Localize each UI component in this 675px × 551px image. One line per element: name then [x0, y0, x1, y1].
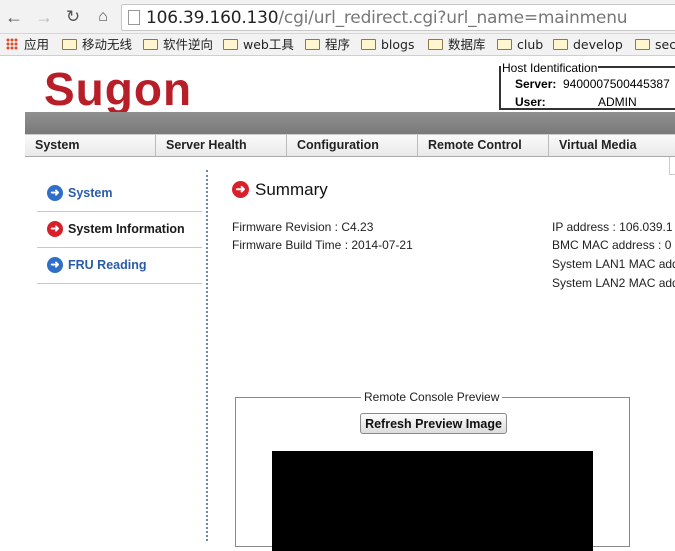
bookmark-folder[interactable]: web工具: [223, 36, 294, 54]
bookmark-label: develop: [573, 37, 623, 52]
user-value: ADMIN: [598, 95, 637, 109]
console-preview-screen[interactable]: [272, 451, 593, 551]
host-identification-legend: Host Identification: [501, 61, 599, 75]
remote-console-preview: Remote Console Preview Refresh Preview I…: [235, 390, 630, 551]
bookmark-label: 移动无线: [82, 37, 133, 52]
lan1-mac-label: System LAN1 MAC add: [552, 257, 675, 271]
apps-grid-icon: [6, 38, 18, 50]
page-title: Summary: [255, 180, 328, 199]
menu-dropdown-edge: [669, 157, 675, 175]
sidebar: ➜ System ➜ System Information ➜ FRU Read…: [37, 176, 202, 284]
folder-icon: [428, 39, 443, 50]
bookmark-label: web工具: [243, 37, 294, 52]
menu-server-health[interactable]: Server Health: [156, 135, 287, 157]
bookmark-label: 软件逆向: [163, 37, 214, 52]
bookmark-label: 数据库: [448, 37, 486, 52]
lan1-mac-address: System LAN1 MAC add: [552, 257, 675, 271]
page-icon: [128, 10, 140, 25]
bookmark-folder[interactable]: blogs: [361, 36, 415, 54]
bookmark-label: 应用: [24, 37, 50, 52]
home-icon[interactable]: ⌂: [92, 6, 114, 28]
firmware-revision-value: C4.23: [341, 220, 374, 234]
bookmark-label: sec: [655, 37, 675, 52]
server-value: 9400007500445387: [563, 77, 670, 91]
sidebar-item-system[interactable]: ➜ System: [37, 176, 202, 212]
bmc-mac-label: BMC MAC address :: [552, 238, 662, 252]
bookmark-label: blogs: [381, 37, 415, 52]
user-label: User:: [515, 95, 546, 109]
firmware-build-time: Firmware Build Time : 2014-07-21: [232, 238, 413, 252]
folder-icon: [62, 39, 77, 50]
header-band: [25, 112, 675, 134]
refresh-preview-button[interactable]: Refresh Preview Image: [360, 413, 507, 434]
ip-address: IP address : 106.039.1: [552, 220, 673, 234]
host-identification: Host Identification Server: 9400007500445…: [499, 61, 675, 110]
lan2-mac-address: System LAN2 MAC add: [552, 276, 675, 290]
folder-icon: [305, 39, 320, 50]
folder-icon: [223, 39, 238, 50]
folder-icon: [143, 39, 158, 50]
console-legend: Remote Console Preview: [361, 390, 503, 404]
address-bar[interactable]: 106.39.160.130/cgi/url_redirect.cgi?url_…: [121, 4, 675, 31]
sidebar-item-label: System Information: [68, 222, 185, 236]
user-row: User: ADMIN: [515, 95, 637, 109]
bookmarks-bar: 应用 移动无线 软件逆向 web工具 程序 blogs 数据库 club dev…: [0, 34, 675, 56]
lan2-mac-label: System LAN2 MAC add: [552, 276, 675, 290]
red-arrow-icon: ➜: [232, 181, 249, 198]
bookmark-folder[interactable]: 移动无线: [62, 36, 132, 54]
folder-icon: [553, 39, 568, 50]
menu-remote-control[interactable]: Remote Control: [418, 135, 549, 157]
menu-configuration[interactable]: Configuration: [287, 135, 418, 157]
bmc-mac-value: 0: [664, 238, 672, 252]
sidebar-item-system-information[interactable]: ➜ System Information: [37, 212, 202, 248]
server-row: Server: 9400007500445387: [515, 77, 670, 91]
address-url[interactable]: 106.39.160.130/cgi/url_redirect.cgi?url_…: [146, 8, 628, 28]
firmware-revision-label: Firmware Revision :: [232, 220, 339, 234]
sidebar-item-label: FRU Reading: [68, 258, 147, 272]
blue-arrow-icon: ➜: [47, 185, 63, 201]
bookmark-folder[interactable]: 数据库: [428, 36, 486, 54]
folder-icon: [635, 39, 650, 50]
server-label: Server:: [515, 77, 557, 91]
bookmark-folder[interactable]: sec: [635, 36, 675, 54]
ip-label: IP address :: [552, 220, 616, 234]
folder-icon: [497, 39, 512, 50]
firmware-build-label: Firmware Build Time :: [232, 238, 349, 252]
firmware-revision: Firmware Revision : C4.23: [232, 220, 373, 234]
bmc-mac-address: BMC MAC address : 0: [552, 238, 671, 252]
browser-toolbar: ← → ↻ ⌂ 106.39.160.130/cgi/url_redirect.…: [0, 0, 675, 34]
back-icon[interactable]: ←: [3, 6, 25, 28]
reload-icon[interactable]: ↻: [62, 6, 84, 28]
sugon-logo: Sugon: [44, 63, 193, 115]
bookmark-label: 程序: [325, 37, 351, 52]
blue-arrow-icon: ➜: [47, 257, 63, 273]
ip-value: 106.039.1: [619, 220, 673, 234]
bookmark-folder[interactable]: develop: [553, 36, 623, 54]
main-menu: System Server Health Configuration Remot…: [25, 134, 675, 157]
content-divider: [206, 170, 208, 541]
firmware-build-value: 2014-07-21: [351, 238, 413, 252]
url-host: 106.39.160.130: [146, 8, 279, 28]
sidebar-item-label: System: [68, 186, 113, 200]
sidebar-item-fru-reading[interactable]: ➜ FRU Reading: [37, 248, 202, 284]
bookmark-label: club: [517, 37, 544, 52]
menu-system[interactable]: System: [25, 135, 156, 157]
folder-icon: [361, 39, 376, 50]
bookmark-folder[interactable]: 程序: [305, 36, 350, 54]
menu-virtual-media[interactable]: Virtual Media: [549, 135, 675, 157]
red-arrow-icon: ➜: [47, 221, 63, 237]
bookmark-folder[interactable]: 软件逆向: [143, 36, 213, 54]
bookmark-folder[interactable]: club: [497, 36, 543, 54]
url-path: /cgi/url_redirect.cgi?url_name=mainmenu: [278, 8, 628, 28]
bookmark-apps[interactable]: 应用: [6, 36, 49, 54]
forward-icon[interactable]: →: [33, 6, 55, 28]
